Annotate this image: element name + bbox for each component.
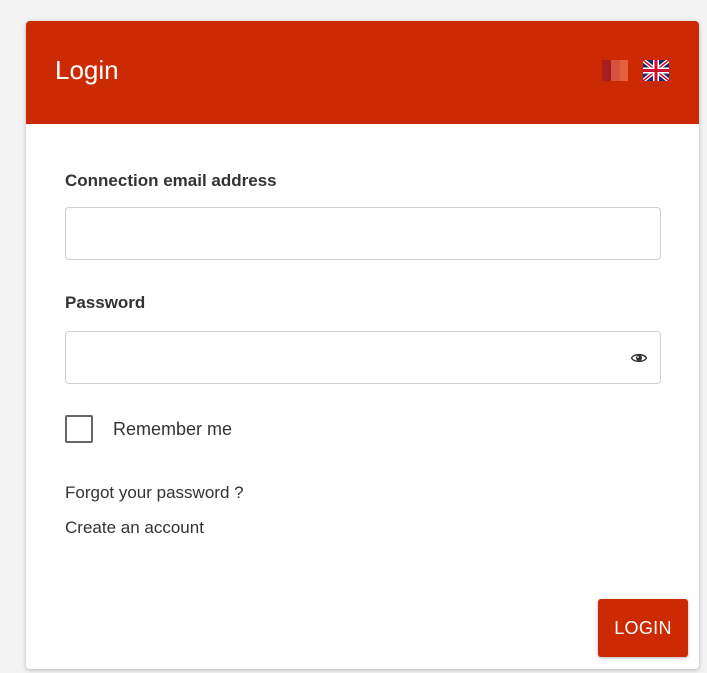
- email-label: Connection email address: [65, 171, 277, 190]
- uk-flag-icon[interactable]: [643, 60, 669, 81]
- login-header: Login: [26, 21, 699, 124]
- password-field[interactable]: [66, 332, 660, 383]
- email-field-container: [65, 207, 661, 260]
- email-field[interactable]: [66, 208, 660, 259]
- remember-me-label: Remember me: [113, 418, 233, 439]
- french-flag-icon[interactable]: [602, 60, 628, 81]
- login-button[interactable]: LOGIN: [598, 599, 688, 657]
- remember-me-checkbox[interactable]: [65, 415, 93, 443]
- language-switcher: [602, 60, 669, 81]
- page-title: Login: [55, 55, 119, 85]
- create-account-link[interactable]: Create an account: [65, 518, 204, 538]
- forgot-password-link[interactable]: Forgot your password ?: [65, 483, 244, 503]
- password-label: Password: [65, 293, 146, 312]
- login-card: Login Connection email address Password …: [26, 21, 699, 669]
- remember-me-option[interactable]: Remember me: [65, 415, 232, 443]
- password-field-container: [65, 331, 661, 384]
- eye-icon[interactable]: [631, 351, 647, 365]
